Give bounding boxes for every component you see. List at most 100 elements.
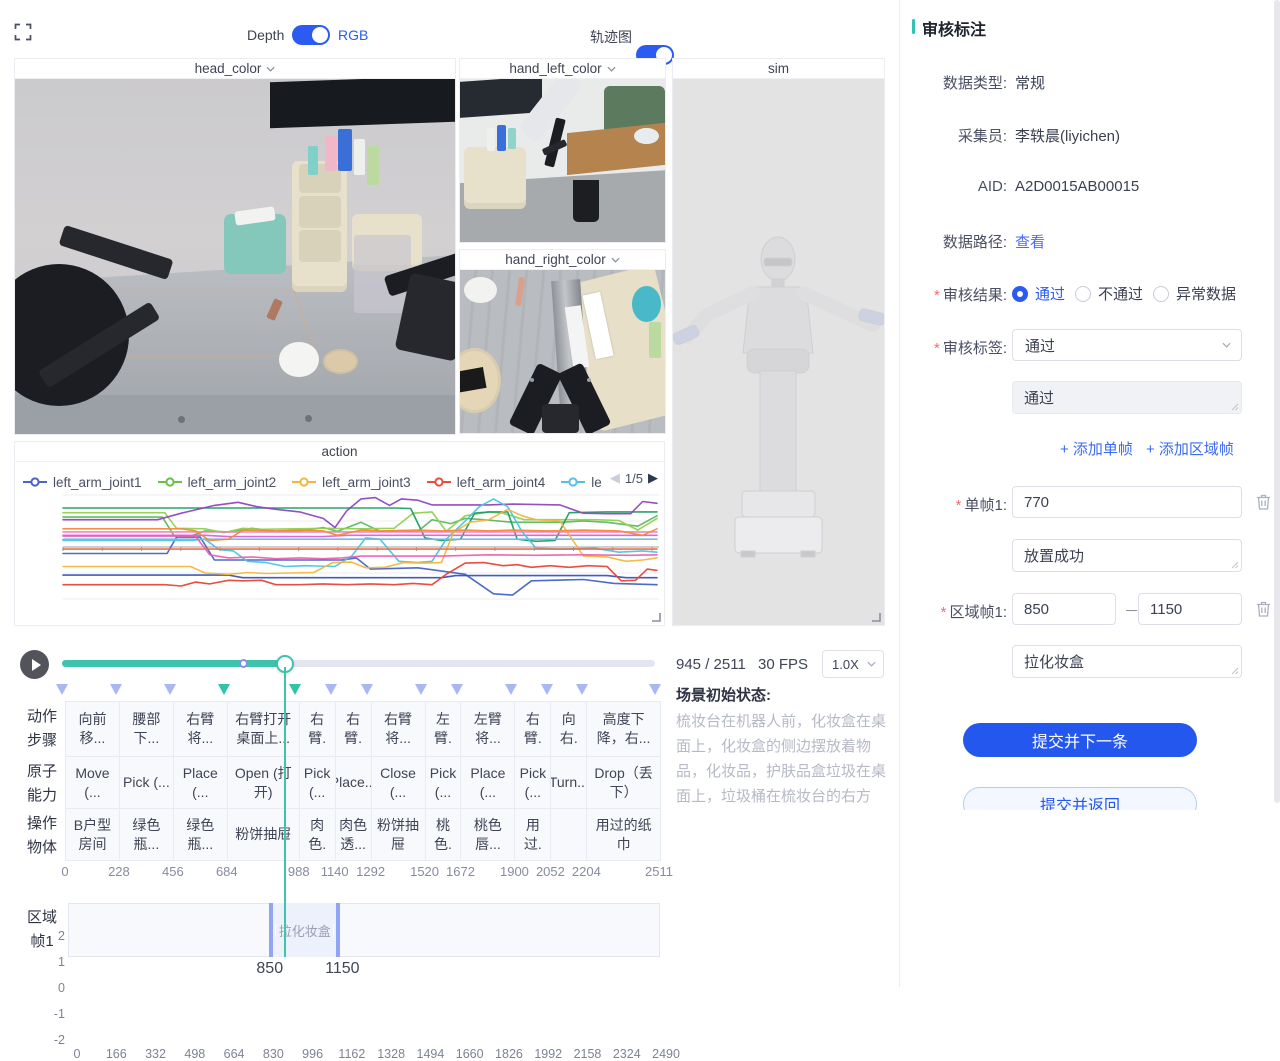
table-cell[interactable]: 左臂.	[426, 702, 461, 757]
table-cell[interactable]: 绿色瓶...	[120, 809, 173, 860]
radio-option-异常数据[interactable]: 异常数据	[1153, 283, 1236, 304]
table-cell[interactable]: 粉饼抽屉	[372, 809, 425, 860]
depth-rgb-toggle[interactable]	[292, 25, 330, 45]
table-cell[interactable]: Move (...	[66, 757, 119, 809]
region-frame-block[interactable]: 拉化妆盒	[269, 903, 340, 957]
region-frame-note-textarea[interactable]: 拉化妆盒	[1012, 645, 1242, 678]
step-marker[interactable]	[541, 684, 553, 695]
table-cell[interactable]: 右臂.	[336, 702, 371, 757]
legend-next-icon[interactable]: ▶	[648, 470, 658, 486]
step-marker[interactable]	[451, 684, 463, 695]
review-tag-select[interactable]: 通过	[1012, 329, 1242, 361]
single-frame-input[interactable]	[1012, 486, 1242, 518]
fullscreen-icon[interactable]	[14, 23, 32, 41]
step-marker[interactable]	[164, 684, 176, 695]
table-cell[interactable]: 高度下降，右...	[587, 702, 660, 757]
scene-state-title: 场景初始状态:	[676, 684, 890, 705]
step-marker[interactable]	[56, 684, 68, 695]
region-frame-start-input[interactable]	[1012, 593, 1116, 625]
add-region-frame-link[interactable]: + 添加区域帧	[1146, 438, 1234, 459]
table-cell[interactable]: 向前移...	[66, 702, 119, 757]
table-cell[interactable]: 右臂.	[515, 702, 550, 757]
table-cell[interactable]: Place...	[336, 757, 371, 809]
table-cell[interactable]: Pick (...	[426, 757, 461, 809]
table-cell[interactable]: 右臂打开桌面上...	[228, 702, 299, 757]
row-label-objects: 操作物体	[20, 812, 64, 860]
resize-corner-icon[interactable]	[871, 612, 881, 622]
table-cell[interactable]: 粉饼抽屉	[228, 809, 299, 860]
table-cell[interactable]: B户型房间	[66, 809, 119, 860]
table-cell[interactable]: Place (...	[174, 757, 227, 809]
table-cell[interactable]: Close (...	[372, 757, 425, 809]
scrollbar-thumb[interactable]	[1274, 0, 1280, 803]
frame-axis-label: 1520	[410, 864, 439, 879]
region-handle-right[interactable]	[333, 924, 334, 936]
table-cell[interactable]: Drop（丢下）	[587, 757, 660, 809]
add-single-frame-link[interactable]: + 添加单帧	[1060, 438, 1133, 459]
table-cell[interactable]: Open (打开)	[228, 757, 299, 809]
delete-region-frame-icon[interactable]	[1255, 600, 1272, 618]
step-marker[interactable]	[289, 684, 301, 695]
radio-button[interactable]	[1012, 286, 1028, 302]
frame-axis-label: 1900	[500, 864, 529, 879]
table-cell[interactable]: 桃色.	[426, 809, 461, 860]
frame-axis-label: 1292	[356, 864, 385, 879]
speed-select[interactable]: 1.0X	[822, 650, 884, 678]
table-cell[interactable]: 右臂.	[300, 702, 335, 757]
hand-right-header[interactable]: hand_right_color	[460, 250, 665, 270]
review-result-radio-group: 通过不通过异常数据	[1012, 283, 1236, 304]
step-marker[interactable]	[415, 684, 427, 695]
region-frame-end-input[interactable]	[1138, 593, 1242, 625]
data-path-link[interactable]: 查看	[1015, 231, 1045, 252]
submit-back-button[interactable]: 提交并返回	[963, 787, 1197, 810]
step-marker[interactable]	[361, 684, 373, 695]
table-cell[interactable]: 肉色.	[300, 809, 335, 860]
table-cell[interactable]	[551, 809, 586, 860]
table-cell[interactable]: Turn...	[551, 757, 586, 809]
head-camera-header[interactable]: head_color	[15, 59, 455, 79]
y-tick-label: -2	[39, 1033, 65, 1047]
legend-prev-icon[interactable]: ◀	[610, 470, 620, 486]
submit-next-button[interactable]: 提交并下一条	[963, 723, 1197, 757]
single-frame-note-textarea[interactable]: 放置成功	[1012, 539, 1242, 572]
step-marker[interactable]	[505, 684, 517, 695]
resize-corner-icon[interactable]	[651, 612, 661, 622]
step-marker[interactable]	[325, 684, 337, 695]
row-label-action-steps: 动作步骤	[20, 705, 64, 753]
table-cell[interactable]: 向右.	[551, 702, 586, 757]
table-cell[interactable]: 腰部下...	[120, 702, 173, 757]
table-cell[interactable]: 绿色瓶...	[174, 809, 227, 860]
radio-option-不通过[interactable]: 不通过	[1075, 283, 1143, 304]
table-cell[interactable]: 右臂将...	[372, 702, 425, 757]
x-tick-label: 1660	[456, 1047, 484, 1061]
radio-button[interactable]	[1075, 286, 1091, 302]
green-tube	[367, 146, 379, 185]
table-cell[interactable]: 右臂将...	[174, 702, 227, 757]
x-tick-label: 2158	[574, 1047, 602, 1061]
delete-single-frame-icon[interactable]	[1255, 493, 1272, 511]
speed-value: 1.0X	[832, 657, 859, 672]
radio-option-通过[interactable]: 通过	[1012, 283, 1065, 304]
table-cell[interactable]: Place (...	[461, 757, 514, 809]
step-marker[interactable]	[576, 684, 588, 695]
table-cell[interactable]: Pick (...	[300, 757, 335, 809]
table-cell[interactable]: Pick (...	[515, 757, 550, 809]
table-cell[interactable]: Pick (...	[120, 757, 173, 809]
play-button[interactable]	[20, 650, 49, 679]
region-handle-left[interactable]	[275, 924, 276, 936]
review-tag-note-textarea[interactable]: 通过	[1012, 381, 1242, 414]
table-cell[interactable]: 桃色唇...	[461, 809, 514, 860]
step-marker[interactable]	[218, 684, 230, 695]
frame-axis-label: 1672	[446, 864, 475, 879]
table-cell[interactable]: 左臂将...	[461, 702, 514, 757]
region-frame-track[interactable]: 拉化妆盒	[68, 903, 660, 957]
radio-button[interactable]	[1153, 286, 1169, 302]
table-cell[interactable]: 用过的纸巾	[587, 809, 660, 860]
y-tick-label: -1	[39, 1007, 65, 1021]
step-marker[interactable]	[110, 684, 122, 695]
table-cell[interactable]: 用过.	[515, 809, 550, 860]
hand-left-header[interactable]: hand_left_color	[460, 59, 665, 79]
action-line-chart[interactable]	[57, 487, 665, 605]
step-marker[interactable]	[649, 684, 661, 695]
table-cell[interactable]: 肉色透...	[336, 809, 371, 860]
